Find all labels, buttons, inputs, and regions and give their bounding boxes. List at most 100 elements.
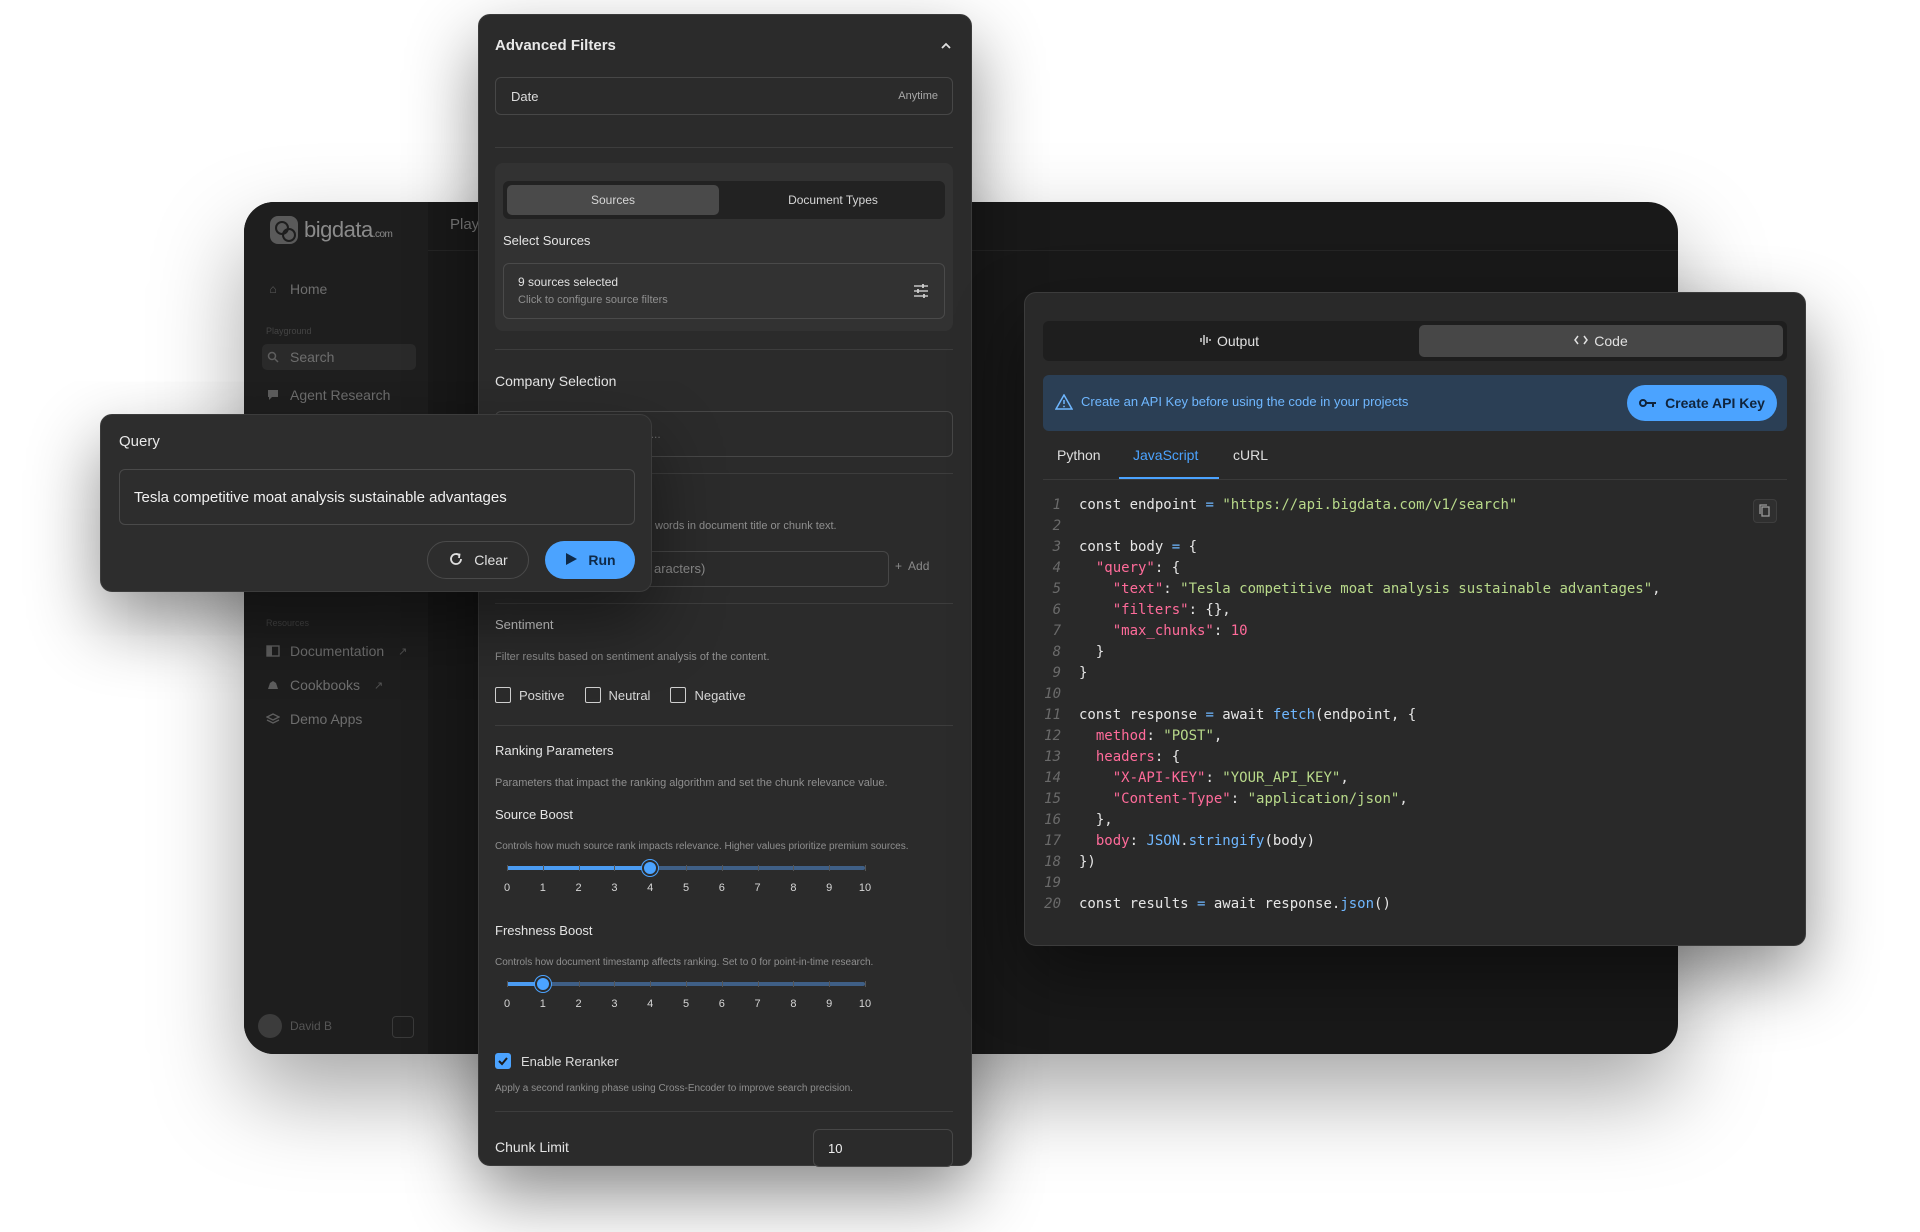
tab-document-types[interactable]: Document Types <box>725 185 941 215</box>
query-title: Query <box>119 433 160 450</box>
home-icon: ⌂ <box>269 282 277 296</box>
sentiment-negative-checkbox[interactable]: Negative <box>670 687 746 703</box>
slider-tick-label: 9 <box>826 882 833 894</box>
sidebar-item-documentation[interactable]: Documentation ↗ <box>262 638 416 664</box>
user-profile[interactable]: David B <box>258 1014 332 1038</box>
sidebar-item-label: Search <box>290 349 335 365</box>
create-api-key-button[interactable]: Create API Key <box>1627 385 1777 421</box>
line-number: 2 <box>1052 518 1061 534</box>
line-number: 9 <box>1052 665 1061 681</box>
logo[interactable]: bigdata.com <box>270 216 393 244</box>
checkbox-checked <box>495 1053 511 1069</box>
slider-tick <box>578 865 580 871</box>
source-boost-slider[interactable]: 0 1 2 3 4 5 6 7 8 9 10 <box>499 859 937 899</box>
line-number: 7 <box>1052 623 1061 639</box>
slider-tick-label: 10 <box>858 998 872 1010</box>
line-number: 16 <box>1044 812 1061 828</box>
line-number: 17 <box>1044 833 1061 849</box>
tabs-divider <box>1043 479 1787 480</box>
avatar <box>258 1014 282 1038</box>
line-number: 15 <box>1044 791 1061 807</box>
slider-tick <box>829 981 831 987</box>
slider-tick <box>793 865 795 871</box>
code-line: 6 "filters": {}, <box>1043 602 1787 623</box>
sources-selector[interactable]: 9 sources selected Click to configure so… <box>503 263 945 319</box>
sidebar-item-home[interactable]: ⌂ Home <box>262 276 416 302</box>
slider-tick <box>757 981 759 987</box>
enable-reranker-checkbox[interactable]: Enable Reranker <box>495 1053 619 1069</box>
sources-count: 9 sources selected <box>518 275 619 289</box>
code-line: 10 <box>1043 686 1787 707</box>
code-line: 8 } <box>1043 644 1787 665</box>
line-number: 18 <box>1044 854 1061 870</box>
tab-python[interactable]: Python <box>1057 447 1101 479</box>
slider-tick <box>578 981 580 987</box>
sidebar-item-agent-research[interactable]: Agent Research <box>262 382 416 408</box>
run-button[interactable]: Run <box>545 541 635 579</box>
sidebar-item-demo-apps[interactable]: Demo Apps <box>262 706 416 732</box>
add-keyword-button[interactable]: + Add <box>895 559 929 573</box>
sentiment-label: Sentiment <box>495 617 554 632</box>
query-input[interactable]: Tesla competitive moat analysis sustaina… <box>119 469 635 525</box>
date-filter[interactable]: Date Anytime <box>495 77 953 115</box>
sidebar-item-search[interactable]: Search <box>262 344 416 370</box>
chevron-up-icon[interactable] <box>939 39 953 53</box>
clear-button[interactable]: Clear <box>427 541 529 579</box>
api-button-label: Create API Key <box>1665 395 1765 411</box>
code-line: 9} <box>1043 665 1787 686</box>
slider-thumb[interactable] <box>642 860 659 876</box>
active-tab-indicator <box>1119 477 1219 479</box>
slider-tick <box>757 865 759 871</box>
sentiment-neutral-checkbox[interactable]: Neutral <box>584 687 650 703</box>
tab-code[interactable]: Code <box>1419 325 1783 357</box>
code-line: 16 }, <box>1043 812 1787 833</box>
line-number: 10 <box>1044 686 1061 702</box>
sentiment-options: Positive Neutral Negative <box>495 687 746 703</box>
code-block[interactable]: 1 const endpoint = "https://api.bigdata.c… <box>1043 497 1787 917</box>
keywords-hint: words in document title or chunk text. <box>655 520 837 532</box>
external-link-icon: ↗ <box>374 679 384 692</box>
page-title: Play <box>450 216 480 233</box>
tab-curl[interactable]: cURL <box>1233 447 1268 479</box>
tab-label: Output <box>1216 333 1260 349</box>
code-line: 20 const results = await response.json() <box>1043 896 1787 917</box>
sources-section: Sources Document Types Select Sources 9 … <box>495 163 953 331</box>
sentiment-positive-checkbox[interactable]: Positive <box>495 687 565 703</box>
sidebar-item-label: Agent Research <box>290 387 391 403</box>
slider-tick <box>650 981 652 987</box>
line-number: 3 <box>1052 539 1061 555</box>
code-line: 17 body: JSON.stringify(body) <box>1043 833 1787 854</box>
slider-tick-label: 7 <box>754 882 761 894</box>
slider-tick-label: 3 <box>611 882 618 894</box>
add-label: Add <box>908 559 930 573</box>
slider-tick-label: 4 <box>647 998 654 1010</box>
slider-thumb[interactable] <box>534 976 551 992</box>
line-number: 5 <box>1052 581 1061 597</box>
book-icon <box>266 644 280 658</box>
chat-icon <box>266 388 280 402</box>
tab-output[interactable]: Output <box>1047 325 1411 357</box>
slider-tick <box>721 865 723 871</box>
api-key-alert: Create an API Key before using the code … <box>1043 375 1787 431</box>
checkbox-box <box>584 687 601 703</box>
sidebar-item-cookbooks[interactable]: Cookbooks ↗ <box>262 672 416 698</box>
code-line: 19 <box>1043 875 1787 896</box>
slider-tick <box>793 981 795 987</box>
slider-tick <box>829 865 831 871</box>
tab-javascript[interactable]: JavaScript <box>1133 447 1198 479</box>
layers-icon <box>266 712 280 726</box>
reranker-desc: Apply a second ranking phase using Cross… <box>495 1083 853 1094</box>
sliders-icon <box>912 282 930 300</box>
slider-tick-label: 2 <box>575 998 582 1010</box>
code-line: 13 headers: { <box>1043 749 1787 770</box>
slider-tick-label: 10 <box>858 882 872 894</box>
section-label-resources: Resources <box>266 618 310 628</box>
code-line: 12 method: "POST", <box>1043 728 1787 749</box>
sentiment-desc: Filter results based on sentiment analys… <box>495 651 770 663</box>
freshness-boost-slider[interactable]: 0 1 2 3 4 5 6 7 8 9 10 <box>499 975 937 1015</box>
slider-tick-label: 5 <box>682 998 690 1010</box>
chunk-limit-input[interactable]: 10 <box>813 1129 953 1167</box>
tab-sources[interactable]: Sources <box>507 185 719 215</box>
collapse-sidebar-button[interactable] <box>392 1016 414 1038</box>
chunk-limit-value: 10 <box>828 1141 843 1156</box>
